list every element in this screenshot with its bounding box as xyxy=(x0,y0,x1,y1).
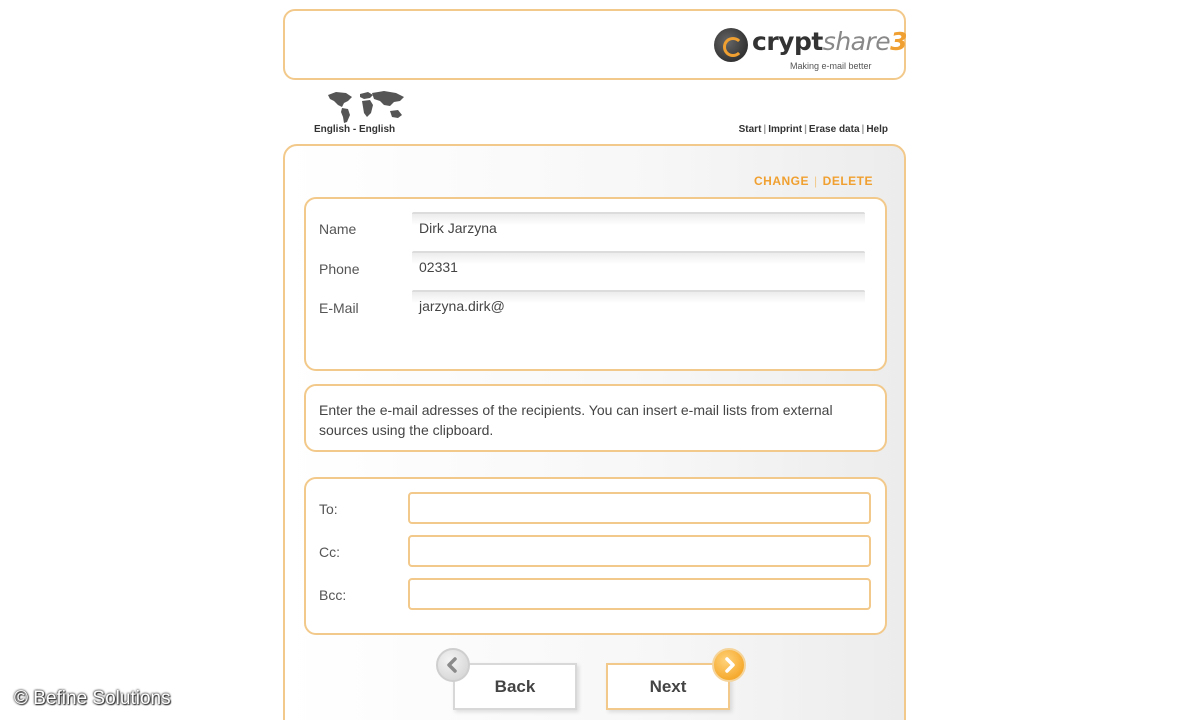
change-link[interactable]: CHANGE xyxy=(754,174,809,188)
chevron-left-icon[interactable] xyxy=(436,648,470,682)
next-button[interactable]: Next xyxy=(606,663,730,710)
cryptshare-logo: cryptshare3 Making e-mail better xyxy=(714,25,908,73)
page: cryptshare3 Making e-mail better English… xyxy=(0,0,1200,720)
header-banner: cryptshare3 Making e-mail better xyxy=(283,9,908,80)
erase-data-link[interactable]: Erase data xyxy=(809,124,860,135)
name-field: Dirk Jarzyna xyxy=(412,212,865,242)
language-label[interactable]: English - English xyxy=(314,124,395,135)
action-separator: | xyxy=(814,174,818,188)
delete-link[interactable]: DELETE xyxy=(823,174,873,188)
start-link[interactable]: Start xyxy=(739,124,762,135)
logo-tagline: Making e-mail better xyxy=(790,61,872,71)
top-navigation: Start | Imprint | Erase data | Help xyxy=(739,124,888,135)
help-link[interactable]: Help xyxy=(866,124,888,135)
phone-field: 02331 xyxy=(412,251,865,281)
logo-crypt-text: crypt xyxy=(752,27,823,56)
chevron-right-icon[interactable] xyxy=(712,648,746,682)
sender-details-card: Name Dirk Jarzyna Phone 02331 E-Mail jar… xyxy=(304,197,887,371)
link-separator: | xyxy=(804,124,807,135)
cryptshare-logo-icon xyxy=(714,28,748,62)
to-input[interactable] xyxy=(408,492,871,524)
copyright-watermark: © Befine Solutions xyxy=(14,688,171,709)
name-label: Name xyxy=(319,221,357,237)
to-label: To: xyxy=(319,501,338,517)
bcc-label: Bcc: xyxy=(319,587,347,603)
cc-input[interactable] xyxy=(408,535,871,567)
recipients-card: To: Cc: Bcc: xyxy=(304,477,887,635)
logo-version-text: 3 xyxy=(890,27,908,56)
world-map-icon[interactable] xyxy=(326,89,406,125)
instructions-text: Enter the e-mail adresses of the recipie… xyxy=(319,402,833,438)
back-button[interactable]: Back xyxy=(453,663,577,710)
email-field: jarzyna.dirk@ xyxy=(412,290,865,320)
main-panel: CHANGE | DELETE Name Dirk Jarzyna Phone 02… xyxy=(283,144,906,720)
email-label: E-Mail xyxy=(319,300,359,316)
phone-label: Phone xyxy=(319,261,360,277)
bcc-input[interactable] xyxy=(408,578,871,610)
logo-wordmark: cryptshare3 xyxy=(752,27,908,56)
imprint-link[interactable]: Imprint xyxy=(768,124,802,135)
sender-actions: CHANGE | DELETE xyxy=(754,174,873,188)
logo-share-text: share xyxy=(822,27,891,56)
cc-label: Cc: xyxy=(319,544,340,560)
instructions-card: Enter the e-mail adresses of the recipie… xyxy=(304,384,887,452)
